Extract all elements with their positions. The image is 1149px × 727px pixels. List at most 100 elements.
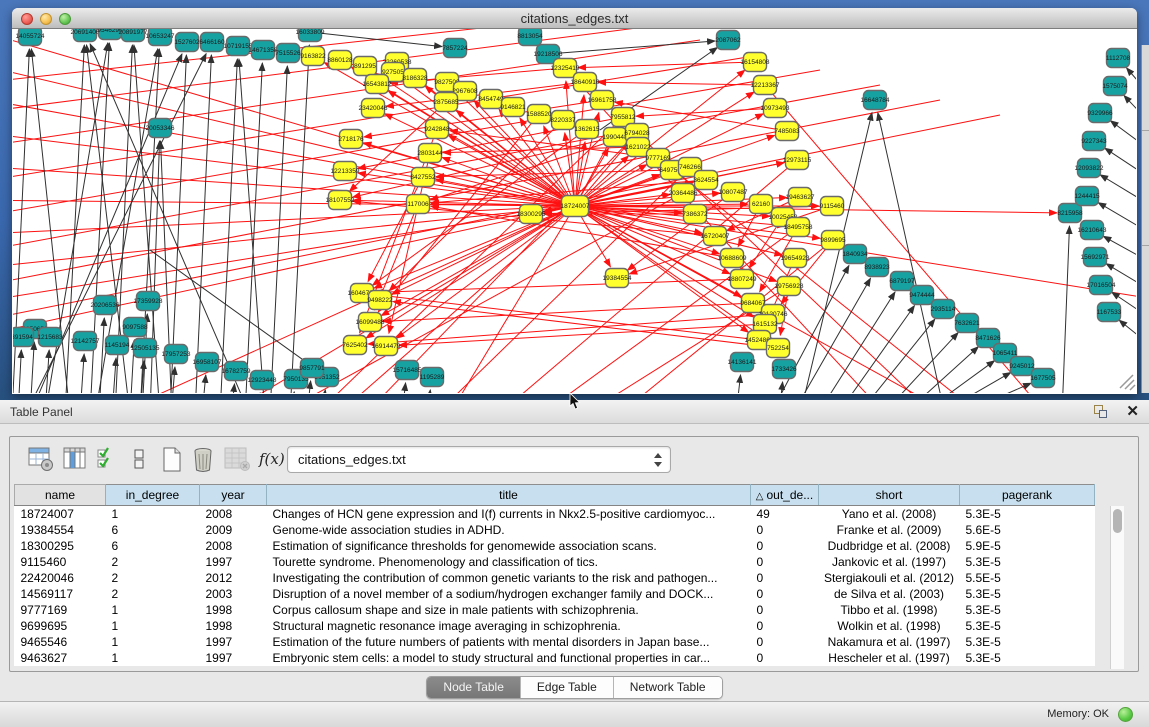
column-header-1[interactable]: in_degree bbox=[106, 485, 200, 506]
column-header-0[interactable]: name bbox=[15, 485, 106, 506]
graph-edge[interactable] bbox=[1100, 175, 1136, 205]
graph-edge[interactable] bbox=[13, 200, 575, 206]
table-scrollbar[interactable] bbox=[1110, 506, 1124, 669]
graph-edge[interactable] bbox=[878, 113, 945, 393]
table-cell: 9699695 bbox=[15, 618, 106, 634]
graph-edge[interactable] bbox=[239, 59, 265, 393]
column-header-2[interactable]: year bbox=[200, 485, 267, 506]
table-row[interactable]: 946362711997Embryonic stem cells: a mode… bbox=[15, 650, 1095, 666]
graph-node-label: 1112708 bbox=[1106, 55, 1131, 62]
graph-edge[interactable] bbox=[858, 319, 935, 393]
table-row[interactable]: 1872400712008Changes of HCN gene express… bbox=[15, 506, 1095, 522]
table-row[interactable]: 977716911998Corpus callosum shape and si… bbox=[15, 602, 1095, 618]
graph-edge[interactable] bbox=[202, 375, 206, 393]
graph-edge[interactable] bbox=[13, 206, 575, 270]
tab-node-table[interactable]: Node Table bbox=[427, 677, 521, 698]
float-panel-icon[interactable] bbox=[1093, 404, 1109, 420]
graph-node-label: 14055724 bbox=[16, 33, 45, 40]
graph-edge[interactable] bbox=[13, 130, 575, 206]
graph-edge[interactable] bbox=[393, 302, 778, 348]
docked-panel-edge[interactable] bbox=[1141, 45, 1149, 393]
graph-edge[interactable] bbox=[375, 279, 742, 293]
network-canvas[interactable]: 1872400714055724206914069546299208919771… bbox=[13, 29, 1136, 393]
graph-node-label: 1065411 bbox=[993, 350, 1018, 357]
graph-node-label: 10688609 bbox=[718, 255, 747, 262]
table-row[interactable]: 1830029562008Estimation of significance … bbox=[15, 538, 1095, 554]
tab-edge-table[interactable]: Edge Table bbox=[521, 677, 614, 698]
graph-edge[interactable] bbox=[368, 314, 773, 344]
graph-edge[interactable] bbox=[817, 292, 895, 393]
create-column-button[interactable] bbox=[160, 446, 184, 478]
column-header-6[interactable]: pagerank bbox=[960, 485, 1095, 506]
table-row[interactable]: 911546021997Tourette syndrome. Phenomeno… bbox=[15, 554, 1095, 570]
close-panel-icon[interactable]: ✕ bbox=[1126, 402, 1139, 420]
graph-edge[interactable] bbox=[1124, 95, 1136, 123]
row-height-button[interactable] bbox=[132, 446, 146, 477]
network-graph[interactable]: 1872400714055724206914069546299208919771… bbox=[13, 29, 1136, 393]
table-chooser-select[interactable]: citations_edges.txt bbox=[287, 446, 671, 473]
graph-edge[interactable] bbox=[736, 375, 741, 393]
function-builder-button[interactable]: f(x) bbox=[259, 450, 285, 468]
table-cell: 6 bbox=[106, 538, 200, 554]
column-header-5[interactable]: short bbox=[819, 485, 960, 506]
graph-node-label: 20206536 bbox=[91, 302, 120, 309]
graph-edge[interactable] bbox=[779, 382, 783, 393]
graph-node-label: 18300295 bbox=[517, 211, 546, 218]
graph-edge[interactable] bbox=[837, 306, 914, 393]
graph-edge[interactable] bbox=[402, 383, 406, 393]
graph-node-label: 15692971 bbox=[1081, 254, 1110, 261]
graph-edge[interactable] bbox=[30, 342, 34, 393]
resize-grip[interactable] bbox=[1120, 375, 1135, 390]
graph-edge[interactable] bbox=[112, 358, 116, 393]
table-row[interactable]: 1938455462009Genome-wide association stu… bbox=[15, 522, 1095, 538]
delete-column-button[interactable] bbox=[191, 446, 217, 478]
table-row[interactable]: 946554611997Estimation of the future num… bbox=[15, 634, 1095, 650]
table-row[interactable]: 1456911722003Disruption of a novel membe… bbox=[15, 586, 1095, 602]
column-header-3[interactable]: title bbox=[267, 485, 751, 506]
graph-edge[interactable] bbox=[958, 383, 1031, 393]
tab-network-table[interactable]: Network Table bbox=[614, 677, 722, 698]
table-settings-button[interactable] bbox=[28, 446, 54, 477]
table-cell: Tibbo et al. (1998) bbox=[819, 602, 960, 618]
memory-status-label: Memory: OK bbox=[1047, 708, 1109, 720]
table-row[interactable]: 969969511998Structural magnetic resonanc… bbox=[15, 618, 1095, 634]
graph-edge[interactable] bbox=[548, 41, 715, 54]
graph-edge[interactable] bbox=[13, 206, 575, 235]
table-cell: Structural magnetic resonance image aver… bbox=[267, 618, 751, 634]
graph-edge[interactable] bbox=[383, 303, 753, 321]
graph-edge[interactable] bbox=[231, 384, 235, 393]
row-selection-button[interactable] bbox=[96, 446, 118, 477]
graph-node-label: 18807249 bbox=[728, 276, 757, 283]
graph-edge[interactable] bbox=[99, 318, 104, 393]
graph-node-label: 23420046 bbox=[359, 105, 388, 112]
table-row[interactable]: 2242004622012Investigating the contribut… bbox=[15, 570, 1095, 586]
graph-node-label: 1733426 bbox=[771, 366, 797, 373]
table-cell: 14569117 bbox=[15, 586, 106, 602]
graph-edge[interactable] bbox=[1105, 148, 1136, 178]
graph-edge[interactable] bbox=[1062, 226, 1069, 393]
graph-node-label: 18640910 bbox=[571, 79, 600, 86]
graph-edge[interactable] bbox=[427, 390, 430, 393]
delete-table-button[interactable] bbox=[223, 446, 251, 477]
graph-edge[interactable] bbox=[18, 350, 21, 393]
graph-edge[interactable] bbox=[1110, 121, 1136, 150]
graph-edge[interactable] bbox=[578, 62, 755, 68]
graph-edge[interactable] bbox=[1127, 68, 1136, 95]
scrollbar-thumb[interactable] bbox=[1113, 509, 1122, 533]
disabled-table-icon bbox=[223, 446, 251, 472]
graph-node-label: 9097588 bbox=[122, 324, 148, 331]
graph-edge[interactable] bbox=[13, 95, 575, 206]
show-columns-button[interactable] bbox=[62, 446, 88, 477]
graph-edge[interactable] bbox=[882, 333, 958, 393]
column-header-4[interactable]: △out_de... bbox=[751, 485, 819, 506]
graph-edge[interactable] bbox=[80, 354, 84, 393]
graph-edge[interactable] bbox=[220, 59, 237, 393]
graph-node-label: 12325419 bbox=[551, 65, 580, 72]
graph-edge[interactable] bbox=[903, 347, 978, 393]
table-cell: 0 bbox=[751, 538, 819, 554]
graph-node-label: 19384554 bbox=[603, 275, 632, 282]
graph-node-label: 7386372 bbox=[682, 211, 708, 218]
window-titlebar[interactable]: citations_edges.txt bbox=[12, 8, 1137, 29]
graph-edge[interactable] bbox=[1119, 320, 1136, 345]
graph-edge[interactable] bbox=[658, 158, 1000, 393]
